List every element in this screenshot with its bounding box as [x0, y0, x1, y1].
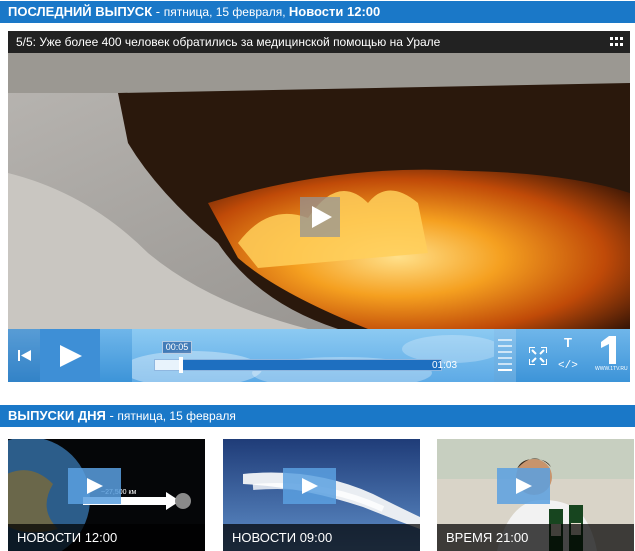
thumbnail-play-button[interactable] — [283, 468, 336, 504]
video-player[interactable]: 5/5: Уже более 400 человек обратились за… — [8, 31, 630, 382]
thumbnail-caption: НОВОСТИ 12:00 — [8, 524, 205, 551]
seek-handle[interactable] — [178, 357, 183, 373]
fullscreen-icon — [529, 347, 547, 365]
latest-release-sep: - — [152, 4, 164, 19]
play-icon — [302, 478, 318, 494]
channel-one-logo-icon — [601, 336, 616, 364]
control-bar: 00:05 01:03 T </> WWW.1TV.RU — [8, 329, 630, 382]
logo-url: WWW.1TV.RU — [595, 366, 628, 372]
quality-button[interactable] — [494, 329, 516, 382]
episode-thumbnail[interactable]: НОВОСТИ 09:00 — [223, 439, 420, 551]
skip-back-button[interactable] — [8, 329, 40, 382]
text-button[interactable]: T </> — [555, 329, 583, 382]
thumbnail-caption: НОВОСТИ 09:00 — [223, 524, 420, 551]
latest-release-date: пятница, 15 февраля, — [163, 5, 289, 19]
video-title: 5/5: Уже более 400 человек обратились за… — [8, 31, 630, 53]
play-icon — [87, 478, 103, 494]
text-button-label: T — [564, 335, 572, 350]
day-releases-sep: - — [105, 408, 118, 423]
duration: 01:03 — [432, 360, 458, 371]
day-releases-date: пятница, 15 февраля — [117, 409, 236, 423]
play-icon — [516, 478, 532, 494]
fullscreen-button[interactable] — [523, 329, 553, 382]
progress-area — [132, 329, 494, 382]
day-releases-header: ВЫПУСКИ ДНЯ - пятница, 15 февраля — [0, 405, 635, 427]
latest-release-title: ПОСЛЕДНИЙ ВЫПУСК — [8, 4, 153, 19]
channel-logo[interactable]: WWW.1TV.RU — [586, 329, 630, 382]
skip-back-icon — [18, 350, 31, 361]
sky-background — [132, 335, 494, 382]
thumbnail-play-button[interactable] — [497, 468, 550, 504]
video-frame[interactable] — [8, 53, 630, 329]
thumbnail-caption: ВРЕМЯ 21:00 — [437, 524, 634, 551]
episode-thumbnail[interactable]: ~27,500 км НОВОСТИ 12:00 — [8, 439, 205, 551]
grid-menu-icon[interactable] — [610, 37, 623, 47]
play-overlay-button[interactable] — [300, 197, 340, 237]
play-icon — [312, 206, 332, 228]
thumbnail-play-button[interactable] — [68, 468, 121, 504]
play-icon — [60, 345, 82, 367]
seek-bar[interactable] — [154, 357, 442, 373]
seek-bar-progress — [155, 360, 181, 370]
day-releases-title: ВЫПУСКИ ДНЯ — [8, 408, 106, 423]
embed-code-icon[interactable]: </> — [558, 360, 578, 372]
play-button[interactable] — [40, 329, 100, 382]
current-time: 00:05 — [162, 341, 192, 354]
latest-release-header: ПОСЛЕДНИЙ ВЫПУСК - пятница, 15 февраля, … — [0, 1, 635, 23]
episode-thumbnail[interactable]: ВРЕМЯ 21:00 — [437, 439, 634, 551]
latest-release-edition[interactable]: Новости 12:00 — [289, 4, 380, 19]
